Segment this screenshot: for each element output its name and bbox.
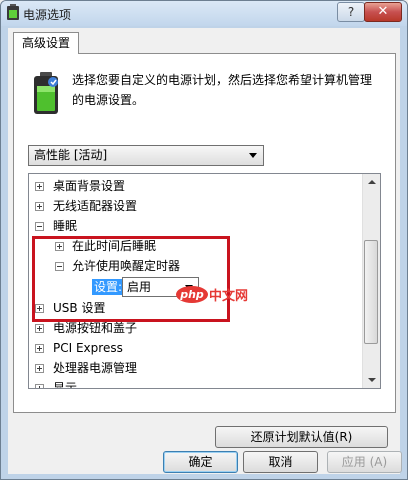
setting-label: 设置: xyxy=(92,279,125,295)
power-plan-select[interactable]: 高性能 [活动] xyxy=(28,145,264,166)
window-title: 电源选项 xyxy=(23,8,72,22)
scroll-up-arrow-icon[interactable] xyxy=(363,174,380,191)
scrollbar-thumb[interactable] xyxy=(364,240,378,344)
expand-plus-icon[interactable] xyxy=(55,242,64,251)
expand-plus-icon[interactable] xyxy=(35,364,44,373)
settings-tree[interactable]: 桌面背景设置 无线适配器设置 睡眠 在此时间后睡眠 允许使用唤醒定时器 设置: … xyxy=(28,173,381,389)
collapse-minus-icon[interactable] xyxy=(55,262,64,271)
expand-plus-icon[interactable] xyxy=(35,304,44,313)
watermark-logo: php xyxy=(176,285,208,303)
expand-plus-icon[interactable] xyxy=(35,202,44,211)
tree-item-label: 无线适配器设置 xyxy=(53,199,138,213)
collapse-minus-icon[interactable] xyxy=(35,222,44,231)
tree-item-label: 允许使用唤醒定时器 xyxy=(72,259,181,273)
dialog-client: 高级设置 选择您要自定义的电源计划，然后选择您希望计算机管理的电源设置。 高性能… xyxy=(8,28,400,474)
restore-defaults-button[interactable]: 还原计划默认值(R) xyxy=(215,426,388,448)
watermark: php 中文网 xyxy=(176,285,249,304)
power-plan-selected: 高性能 [活动] xyxy=(34,148,108,162)
help-button[interactable]: ? xyxy=(337,2,365,22)
scroll-down-arrow-icon[interactable] xyxy=(363,371,380,388)
tree-item-label: 显示 xyxy=(53,381,78,389)
watermark-text: 中文网 xyxy=(209,288,249,304)
ok-button[interactable]: 确定 xyxy=(163,451,238,473)
close-button[interactable]: ✕ xyxy=(364,2,402,22)
setting-selected-value: 启用 xyxy=(127,280,152,294)
tree-scrollbar[interactable] xyxy=(362,174,380,388)
panel-description: 选择您要自定义的电源计划，然后选择您希望计算机管理的电源设置。 xyxy=(72,73,373,107)
tree-item-label: 桌面背景设置 xyxy=(53,179,126,193)
tree-item-label: 睡眠 xyxy=(53,219,78,233)
tree-item-label: 处理器电源管理 xyxy=(53,361,138,375)
chevron-down-icon xyxy=(249,153,257,158)
tab-advanced-settings[interactable]: 高级设置 xyxy=(13,32,80,54)
apply-button[interactable]: 应用 (A) xyxy=(327,451,402,473)
advanced-settings-panel: 选择您要自定义的电源计划，然后选择您希望计算机管理的电源设置。 高性能 [活动]… xyxy=(13,53,396,413)
expand-plus-icon[interactable] xyxy=(35,384,44,388)
tree-item-label: 电源按钮和盖子 xyxy=(53,321,138,335)
power-plan-battery-icon xyxy=(34,72,58,114)
expand-plus-icon[interactable] xyxy=(35,182,44,191)
expand-plus-icon[interactable] xyxy=(35,344,44,353)
tree-item-label: USB 设置 xyxy=(53,301,106,315)
cancel-button[interactable]: 取消 xyxy=(243,451,318,473)
tree-item-label: PCI Express xyxy=(53,341,123,355)
battery-icon xyxy=(7,4,19,20)
title-bar[interactable]: 电源选项 ? ✕ xyxy=(1,1,407,26)
tree-item-label: 在此时间后睡眠 xyxy=(72,239,157,253)
expand-plus-icon[interactable] xyxy=(35,324,44,333)
power-options-window: 电源选项 ? ✕ 高级设置 选择您要自定义的电源计划，然后选择您希望计算机管理的… xyxy=(0,0,408,480)
